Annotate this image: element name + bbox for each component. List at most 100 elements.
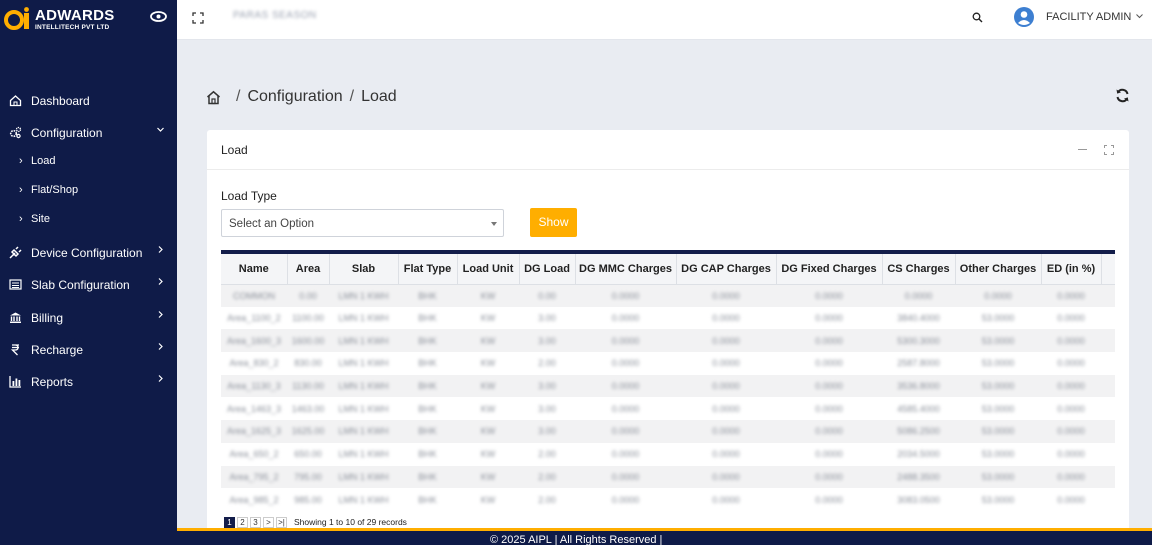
table-cell: 3.00	[538, 426, 556, 437]
avatar[interactable]	[1014, 7, 1034, 27]
table-cell: 3.00	[538, 381, 556, 392]
table-cell: 0.0000	[815, 449, 843, 460]
table-cell: KW	[480, 381, 496, 392]
column-header[interactable]: Area	[287, 254, 330, 285]
table-cell	[1101, 307, 1115, 330]
column-header[interactable]: Name	[221, 254, 288, 285]
minimize-icon[interactable]	[1078, 149, 1087, 150]
column-header[interactable]: ED (in %)	[1041, 254, 1102, 285]
sidebar-item-device-configuration[interactable]: Device Configuration	[0, 238, 177, 266]
table-row[interactable]: Area_1625_3 1625.00 LMN 1 KWH BHK KW 3.00 0.00…	[221, 420, 1115, 443]
column-header[interactable]: Load Unit	[457, 254, 520, 285]
table-cell: BHK	[418, 313, 437, 324]
table-cell: 2.00	[538, 494, 556, 505]
sidebar-item-slab-configuration[interactable]: Slab Configuration	[0, 270, 177, 298]
table-cell: 0.0000	[712, 471, 740, 482]
user-name[interactable]: FACILITY ADMIN	[1046, 11, 1131, 23]
table-row[interactable]: Area_650_2 650.00 LMN 1 KWH BHK KW 2.00 0.0000…	[221, 442, 1115, 466]
brand-logo[interactable]: ADWARDS INTELLITECH PVT LTD	[4, 6, 174, 34]
table-row[interactable]: COMMON 0.00 LMN 1 KWH BHK KW 0.00 0.0000 0.0000…	[221, 284, 1115, 307]
table-row[interactable]: Area_1130_3 1130.00 LMN 1 KWH BHK KW 3.00 0.00…	[221, 374, 1115, 398]
table-row[interactable]: Area_1463_3 1463.00 LMN 1 KWH BHK KW 3.00 0.00…	[221, 397, 1115, 421]
table-row[interactable]: Area_1100_2 1100.00 LMN 1 KWH BHK KW 3.00 0.00…	[221, 306, 1115, 330]
page-button[interactable]: 2	[237, 516, 248, 528]
fullscreen-icon[interactable]	[192, 12, 204, 24]
table-body: COMMON 0.00 LMN 1 KWH BHK KW 0.00 0.0000 0.0000…	[221, 284, 1115, 511]
column-header[interactable]: Re	[1101, 254, 1115, 285]
page-button[interactable]: 3	[250, 516, 261, 528]
table-cell: LMN 1 KWH	[338, 335, 389, 346]
table-cell: 0.0000	[611, 335, 640, 346]
home-icon	[9, 95, 22, 107]
column-header[interactable]: Flat Type	[398, 254, 458, 285]
table-cell: 53.0000	[981, 403, 1015, 414]
sidebar-toggle-icon[interactable]	[150, 11, 167, 22]
table-row[interactable]: Area_795_2 795.00 LMN 1 KWH BHK KW 2.00 0.0000…	[221, 465, 1115, 489]
column-header[interactable]: DG Load	[519, 254, 576, 285]
table-cell: 3.00	[538, 335, 556, 346]
page-button[interactable]: >|	[276, 516, 287, 528]
sidebar-subitem-load[interactable]: › Load	[0, 148, 177, 174]
table-cell: Area_1130_3	[227, 381, 281, 392]
load-type-select[interactable]: Select an Option	[221, 209, 504, 237]
sidebar-item-dashboard[interactable]: Dashboard	[0, 86, 177, 114]
table-cell: 1100.00	[292, 313, 324, 324]
chevron-right-icon	[158, 278, 163, 285]
table-cell: 53.0000	[981, 381, 1015, 392]
breadcrumb: / Configuration / Load	[206, 86, 397, 108]
column-header[interactable]: Slab	[329, 254, 399, 285]
breadcrumb-separator: /	[349, 88, 355, 105]
card-divider	[207, 169, 1129, 170]
load-type-label: Load Type	[221, 189, 277, 203]
chevron-down-icon	[157, 127, 164, 132]
table-row[interactable]: Area_985_2 985.00 LMN 1 KWH BHK KW 2.00 0.0000…	[221, 488, 1115, 511]
sidebar-subitem-flat-shop[interactable]: › Flat/Shop	[0, 177, 177, 203]
sidebar-item-configuration[interactable]: Configuration	[0, 118, 177, 146]
table-cell: 0.0000	[815, 381, 843, 392]
pagination-info: Showing 1 to 10 of 29 records	[294, 517, 407, 527]
table-cell: 5300.3000	[897, 335, 940, 346]
table-row[interactable]: Area_1600_3 1600.00 LMN 1 KWH BHK KW 3.00 0.00…	[221, 329, 1115, 353]
sidebar: ADWARDS INTELLITECH PVT LTD Dashboard Co…	[0, 0, 177, 545]
table-cell: COMMON	[233, 290, 275, 301]
column-header[interactable]: DG MMC Charges	[575, 254, 677, 285]
table-cell: 2.00	[538, 449, 556, 460]
table-cell: 0.0000	[712, 290, 740, 301]
breadcrumb-item-configuration[interactable]: Configuration	[247, 88, 342, 106]
sidebar-item-billing[interactable]: Billing	[0, 303, 177, 331]
table-cell: 0.00	[299, 290, 317, 301]
chevron-down-icon[interactable]	[1136, 14, 1143, 19]
sidebar-item-reports[interactable]: Reports	[0, 367, 177, 395]
table-cell: 0.0000	[815, 358, 843, 369]
page-button[interactable]: 1	[224, 516, 235, 528]
column-header[interactable]: DG CAP Charges	[676, 254, 777, 285]
table-cell: 3840.4000	[897, 313, 940, 324]
column-header[interactable]: Other Charges	[955, 254, 1042, 285]
column-header[interactable]: DG Fixed Charges	[776, 254, 883, 285]
table-cell: 4585.4000	[897, 403, 940, 414]
table-cell: 3536.8000	[897, 381, 940, 392]
load-table: Name Area Slab Flat Type Load Unit DG Load DG …	[221, 250, 1115, 512]
page-button[interactable]: >	[263, 516, 274, 528]
column-header[interactable]: CS Charges	[882, 254, 956, 285]
table-cell: KW	[480, 358, 496, 369]
search-icon[interactable]	[972, 12, 983, 23]
refresh-icon[interactable]	[1115, 88, 1130, 103]
table-cell: LMN 1 KWH	[338, 381, 389, 392]
footer-text: © 2025 AIPL | All Rights Reserved |	[490, 534, 663, 545]
table-cell: 0.0000	[1057, 335, 1085, 346]
table-cell: 53.0000	[981, 358, 1015, 369]
bar-chart-icon	[9, 376, 21, 388]
table-cell: Area_1463_3	[226, 403, 282, 414]
home-icon[interactable]	[206, 90, 221, 105]
chevron-right-icon: ›	[19, 184, 23, 196]
table-cell: BHK	[418, 471, 437, 482]
table-cell: 0.0000	[712, 313, 740, 324]
table-row[interactable]: Area_830_2 830.00 LMN 1 KWH BHK KW 2.00 0.0000…	[221, 352, 1115, 375]
gears-icon	[9, 126, 22, 139]
show-button[interactable]: Show	[530, 208, 577, 237]
sidebar-subitem-site[interactable]: › Site	[0, 206, 177, 232]
breadcrumb-separator: /	[236, 88, 241, 105]
maximize-icon[interactable]	[1104, 145, 1114, 155]
sidebar-item-recharge[interactable]: Recharge	[0, 335, 177, 363]
